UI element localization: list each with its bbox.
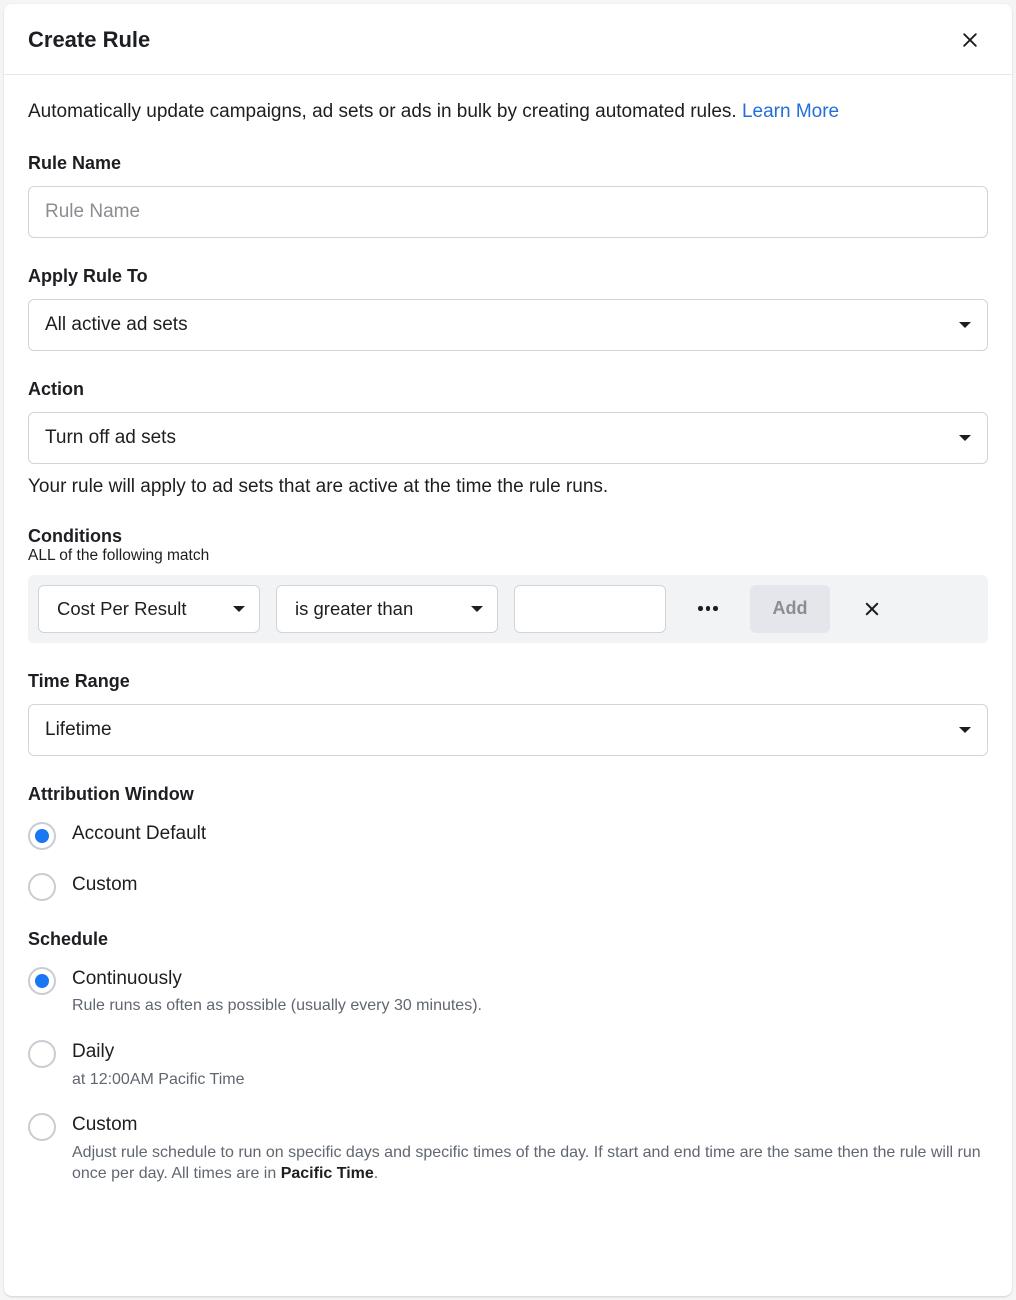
action-label: Action (28, 379, 988, 400)
chevron-down-icon (471, 606, 483, 612)
condition-operator-value: is greater than (295, 598, 413, 620)
schedule-custom-label: Custom (72, 1112, 988, 1138)
apply-to-value: All active ad sets (45, 314, 188, 336)
modal-body: Automatically update campaigns, ad sets … (4, 75, 1012, 1296)
attribution-label: Attribution Window (28, 784, 988, 805)
schedule-daily-label: Daily (72, 1039, 245, 1065)
time-range-field: Time Range Lifetime (28, 671, 988, 756)
close-icon (960, 30, 980, 50)
action-select[interactable]: Turn off ad sets (28, 412, 988, 464)
time-range-select[interactable]: Lifetime (28, 704, 988, 756)
attribution-radio-custom[interactable]: Custom (28, 872, 988, 901)
time-range-value: Lifetime (45, 719, 112, 741)
schedule-custom-desc: Adjust rule schedule to run on specific … (72, 1142, 988, 1185)
chevron-down-icon (959, 322, 971, 328)
condition-operator-select[interactable]: is greater than (276, 585, 498, 633)
attribution-field: Attribution Window Account Default Custo… (28, 784, 988, 901)
create-rule-modal: Create Rule Automatically update campaig… (4, 4, 1012, 1296)
radio-icon (28, 1113, 56, 1141)
schedule-radio-custom[interactable]: Custom Adjust rule schedule to run on sp… (28, 1112, 988, 1185)
radio-icon (28, 822, 56, 850)
chevron-down-icon (959, 727, 971, 733)
apply-to-label: Apply Rule To (28, 266, 988, 287)
condition-remove-button[interactable] (846, 585, 898, 633)
attribution-radio-default[interactable]: Account Default (28, 821, 988, 850)
attribution-radio-group: Account Default Custom (28, 821, 988, 901)
action-field: Action Turn off ad sets (28, 379, 988, 464)
condition-metric-value: Cost Per Result (57, 598, 187, 620)
conditions-sublabel: ALL of the following match (28, 547, 988, 565)
schedule-continuous-desc: Rule runs as often as possible (usually … (72, 995, 482, 1017)
rule-name-input-wrap[interactable] (28, 186, 988, 238)
apply-to-field: Apply Rule To All active ad sets (28, 266, 988, 351)
more-icon (698, 606, 718, 611)
learn-more-link[interactable]: Learn More (742, 101, 839, 122)
condition-value-input[interactable] (515, 586, 665, 632)
action-helper: Your rule will apply to ad sets that are… (28, 476, 988, 498)
radio-icon (28, 967, 56, 995)
schedule-field: Schedule Continuously Rule runs as often… (28, 929, 988, 1185)
rule-name-field: Rule Name (28, 153, 988, 238)
close-icon (863, 600, 881, 618)
intro-span: Automatically update campaigns, ad sets … (28, 101, 742, 122)
condition-add-button[interactable]: Add (750, 585, 830, 633)
close-button[interactable] (952, 22, 988, 58)
rule-name-input[interactable] (45, 187, 971, 237)
chevron-down-icon (233, 606, 245, 612)
modal-header: Create Rule (4, 4, 1012, 75)
rule-name-label: Rule Name (28, 153, 988, 174)
radio-icon (28, 873, 56, 901)
action-value: Turn off ad sets (45, 427, 176, 449)
schedule-radio-daily[interactable]: Daily at 12:00AM Pacific Time (28, 1039, 988, 1090)
attribution-custom-label: Custom (72, 872, 137, 898)
schedule-continuous-label: Continuously (72, 966, 482, 992)
time-range-label: Time Range (28, 671, 988, 692)
schedule-radio-group: Continuously Rule runs as often as possi… (28, 966, 988, 1185)
condition-row: Cost Per Result is greater than Add (28, 575, 988, 643)
radio-icon (28, 1040, 56, 1068)
condition-value-wrap[interactable] (514, 585, 666, 633)
attribution-default-label: Account Default (72, 821, 206, 847)
condition-more-button[interactable] (682, 585, 734, 633)
condition-metric-select[interactable]: Cost Per Result (38, 585, 260, 633)
modal-title: Create Rule (28, 27, 150, 53)
schedule-label: Schedule (28, 929, 988, 950)
conditions-label: Conditions (28, 526, 988, 547)
schedule-radio-continuous[interactable]: Continuously Rule runs as often as possi… (28, 966, 988, 1017)
conditions-field: Conditions ALL of the following match Co… (28, 526, 988, 643)
apply-to-select[interactable]: All active ad sets (28, 299, 988, 351)
intro-text: Automatically update campaigns, ad sets … (28, 99, 988, 125)
schedule-daily-desc: at 12:00AM Pacific Time (72, 1069, 245, 1091)
chevron-down-icon (959, 435, 971, 441)
